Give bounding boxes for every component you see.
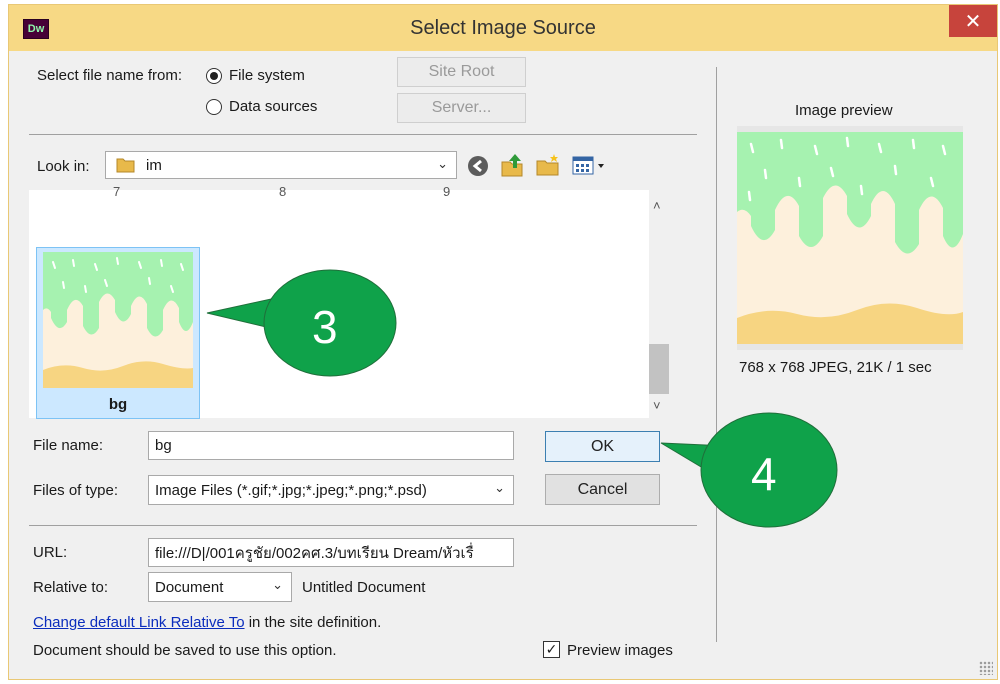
- up-folder-icon[interactable]: [499, 152, 525, 178]
- file-label-partial: 7: [113, 184, 121, 199]
- file-item-label: bg: [108, 396, 128, 413]
- radio-file-system-label: File system: [229, 67, 305, 84]
- file-type-label: Files of type:: [33, 482, 119, 499]
- divider-vertical: [716, 67, 717, 642]
- url-input[interactable]: file:///D|/001ครูชัย/002คศ.3/บทเรียน Dre…: [148, 538, 514, 567]
- link-line: Change default Link Relative To in the s…: [33, 614, 381, 631]
- radio-data-sources-label: Data sources: [229, 98, 318, 115]
- relative-to-select[interactable]: Document ⌄: [148, 572, 292, 602]
- radio-data-sources[interactable]: [206, 99, 222, 115]
- image-preview-label: Image preview: [795, 102, 893, 119]
- file-name-input[interactable]: bg: [148, 431, 514, 460]
- image-info: 768 x 768 JPEG, 21K / 1 sec: [739, 359, 932, 376]
- preview-image: [737, 126, 963, 350]
- url-label: URL:: [33, 544, 68, 561]
- look-in-combo[interactable]: im ⌄: [105, 151, 457, 179]
- file-type-select[interactable]: Image Files (*.gif;*.jpg;*.jpeg;*.png;*.…: [148, 475, 514, 505]
- link-line-rest: in the site definition.: [248, 614, 382, 631]
- change-link-relative-link[interactable]: Change default Link Relative To: [33, 614, 245, 631]
- scroll-up-icon[interactable]: ˄: [653, 198, 661, 213]
- file-label-partial: 9: [443, 184, 451, 199]
- file-list[interactable]: 7 8 9 bg 3: [29, 184, 669, 419]
- ok-button[interactable]: OK: [545, 431, 660, 462]
- resize-grip[interactable]: [979, 661, 993, 675]
- dialog-title: Select Image Source: [410, 17, 596, 39]
- folder-icon: [116, 158, 135, 173]
- look-in-value: im: [146, 156, 162, 174]
- look-in-label: Look in:: [37, 158, 90, 175]
- callout-4-bubble: [660, 412, 838, 528]
- preview-images-label: Preview images: [567, 642, 673, 659]
- document-name: Untitled Document: [302, 579, 426, 596]
- new-folder-icon[interactable]: [535, 153, 561, 177]
- radio-file-system[interactable]: [206, 68, 222, 84]
- cancel-button[interactable]: Cancel: [545, 474, 660, 505]
- file-name-label: File name:: [33, 437, 104, 454]
- callout-4-number: 4: [751, 448, 777, 500]
- callout-3-number: 3: [312, 301, 338, 353]
- server-button[interactable]: Server...: [397, 93, 526, 123]
- divider-bottom: [29, 525, 697, 526]
- back-icon[interactable]: [467, 155, 489, 177]
- divider-top: [29, 134, 697, 135]
- chevron-down-icon: ⌄: [494, 480, 505, 495]
- file-list-scrollbar[interactable]: ˄ ˅: [649, 190, 669, 418]
- preview-images-checkbox[interactable]: ✓: [543, 641, 560, 658]
- thumbnail-image: [43, 252, 193, 388]
- source-label: Select file name from:: [37, 67, 183, 84]
- save-note: Document should be saved to use this opt…: [33, 642, 337, 659]
- relative-to-value: Document: [155, 578, 224, 596]
- scrollbar-thumb[interactable]: [649, 344, 669, 394]
- dialog-window: Dw Select Image Source ✕ Select file nam…: [8, 4, 998, 680]
- callout-3-bubble: [206, 269, 397, 377]
- title-bar: Dw Select Image Source ✕: [9, 5, 997, 51]
- site-root-button[interactable]: Site Root: [397, 57, 526, 87]
- relative-to-label: Relative to:: [33, 579, 109, 596]
- file-type-value: Image Files (*.gif;*.jpg;*.jpeg;*.png;*.…: [155, 481, 427, 499]
- chevron-down-icon: ⌄: [437, 156, 448, 171]
- chevron-down-icon: ⌄: [272, 577, 283, 592]
- file-item-selected[interactable]: bg: [36, 247, 200, 419]
- file-label-partial: 8: [279, 184, 287, 199]
- view-menu-icon[interactable]: [572, 156, 612, 176]
- close-button[interactable]: ✕: [949, 5, 997, 37]
